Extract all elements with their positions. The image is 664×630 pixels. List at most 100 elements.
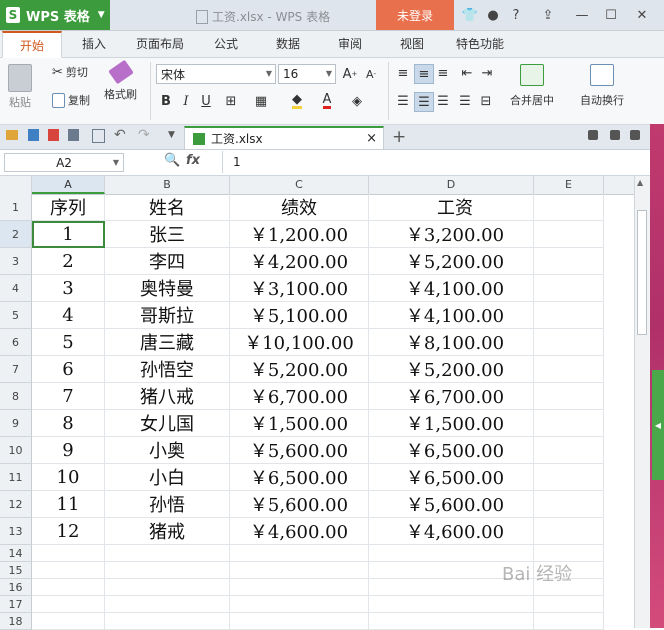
row-header-12[interactable]: 12 [0,491,32,518]
cell-b5[interactable]: 哥斯拉 [105,302,230,329]
cell-a6[interactable]: 5 [32,329,105,356]
cut-button[interactable]: ✂ 剪切 [52,64,88,80]
cell-e17[interactable] [534,596,604,613]
cell-e9[interactable] [534,410,604,437]
cell-c4[interactable]: ￥3,100.00 [230,275,369,302]
tab-special[interactable]: 特色功能 [448,31,512,57]
row-header-10[interactable]: 10 [0,437,32,464]
tab-tool-icon[interactable] [610,130,620,140]
column-header-a[interactable]: A [32,176,105,194]
row-header-17[interactable]: 17 [0,596,32,613]
cell-c5[interactable]: ￥5,100.00 [230,302,369,329]
cell-d4[interactable]: ￥4,100.00 [369,275,534,302]
cell-d18[interactable] [369,613,534,630]
cell-d7[interactable]: ￥5,200.00 [369,356,534,383]
export-pdf-icon[interactable] [48,129,59,141]
insert-function-button[interactable]: fx [186,153,200,168]
cell-a5[interactable]: 4 [32,302,105,329]
cell-b3[interactable]: 李四 [105,248,230,275]
row-header-1[interactable]: 1 [0,194,32,221]
cell-a12[interactable]: 11 [32,491,105,518]
help-icon[interactable]: ? [506,5,526,25]
cell-d5[interactable]: ￥4,100.00 [369,302,534,329]
cell-b9[interactable]: 女儿国 [105,410,230,437]
tab-home[interactable]: 开始 [2,31,62,58]
cell-b16[interactable] [105,579,230,596]
column-header-d[interactable]: D [369,176,534,194]
cell-d13[interactable]: ￥4,600.00 [369,518,534,545]
align-left-icon[interactable]: ☰ [394,92,412,110]
cell-e2[interactable] [534,221,604,248]
cell-d3[interactable]: ￥5,200.00 [369,248,534,275]
cell-a10[interactable]: 9 [32,437,105,464]
cell-d2[interactable]: ￥3,200.00 [369,221,534,248]
cell-a1[interactable]: 序列 [32,194,105,221]
cell-e4[interactable] [534,275,604,302]
cell-a8[interactable]: 7 [32,383,105,410]
cell-e7[interactable] [534,356,604,383]
row-header-11[interactable]: 11 [0,464,32,491]
row-header-2[interactable]: 2 [0,221,32,248]
cell-a13[interactable]: 12 [32,518,105,545]
cell-b17[interactable] [105,596,230,613]
cell-b10[interactable]: 小奥 [105,437,230,464]
redo-icon[interactable]: ↷ [138,127,150,143]
column-header-c[interactable]: C [230,176,369,194]
skin-icon[interactable]: 👕 [460,5,480,25]
format-painter-button[interactable]: 格式刷 [104,59,137,102]
clear-format-icon[interactable]: ◈ [348,92,366,110]
cell-a7[interactable]: 6 [32,356,105,383]
cell-a15[interactable] [32,562,105,579]
cell-e5[interactable] [534,302,604,329]
side-panel-toggle[interactable]: ◀ [652,370,664,480]
tab-page-layout[interactable]: 页面布局 [128,31,192,57]
cell-b1[interactable]: 姓名 [105,194,230,221]
row-header-6[interactable]: 6 [0,329,32,356]
align-middle-icon[interactable]: ≡ [414,64,434,84]
cell-c2[interactable]: ￥1,200.00 [230,221,369,248]
increase-font-icon[interactable]: A + [341,65,359,83]
save-icon[interactable] [28,129,39,141]
cell-d8[interactable]: ￥6,700.00 [369,383,534,410]
zoom-search-icon[interactable]: 🔍 [164,153,180,168]
wrap-text-button[interactable]: 自动换行 [580,64,624,108]
column-header-b[interactable]: B [105,176,230,194]
cell-a4[interactable]: 3 [32,275,105,302]
cell-b15[interactable] [105,562,230,579]
close-icon[interactable]: ✕ [632,5,652,25]
login-button[interactable]: 未登录 [376,0,454,30]
row-header-3[interactable]: 3 [0,248,32,275]
cell-fill-pattern-icon[interactable]: ▦ [252,92,270,110]
tab-tool-icon[interactable] [588,130,598,140]
cell-b8[interactable]: 猪八戒 [105,383,230,410]
cell-c3[interactable]: ￥4,200.00 [230,248,369,275]
cell-c12[interactable]: ￥5,600.00 [230,491,369,518]
copy-button[interactable]: 复制 [52,92,90,108]
decrease-indent-icon[interactable]: ⇤ [458,64,476,82]
cell-a14[interactable] [32,545,105,562]
decrease-font-icon[interactable]: A- [362,65,380,83]
cell-e10[interactable] [534,437,604,464]
chat-icon[interactable]: ● [483,5,503,25]
align-right-icon[interactable]: ☰ [434,92,452,110]
share-icon[interactable]: ⇪ [538,5,558,25]
cell-d9[interactable]: ￥1,500.00 [369,410,534,437]
align-top-icon[interactable]: ≡ [394,64,412,82]
tab-review[interactable]: 审阅 [326,31,374,57]
cell-c14[interactable] [230,545,369,562]
cell-b18[interactable] [105,613,230,630]
scrollbar-thumb[interactable] [637,210,647,335]
cell-a18[interactable] [32,613,105,630]
cell-d6[interactable]: ￥8,100.00 [369,329,534,356]
cell-a2[interactable]: 1 [32,221,105,248]
cell-a16[interactable] [32,579,105,596]
tab-tool-icon[interactable] [630,130,640,140]
cell-b7[interactable]: 孙悟空 [105,356,230,383]
select-all-corner[interactable] [0,176,32,194]
row-header-5[interactable]: 5 [0,302,32,329]
row-header-16[interactable]: 16 [0,579,32,596]
row-header-7[interactable]: 7 [0,356,32,383]
underline-button[interactable]: U [197,92,215,110]
formula-input[interactable]: 1 [222,151,660,173]
cell-c1[interactable]: 绩效 [230,194,369,221]
